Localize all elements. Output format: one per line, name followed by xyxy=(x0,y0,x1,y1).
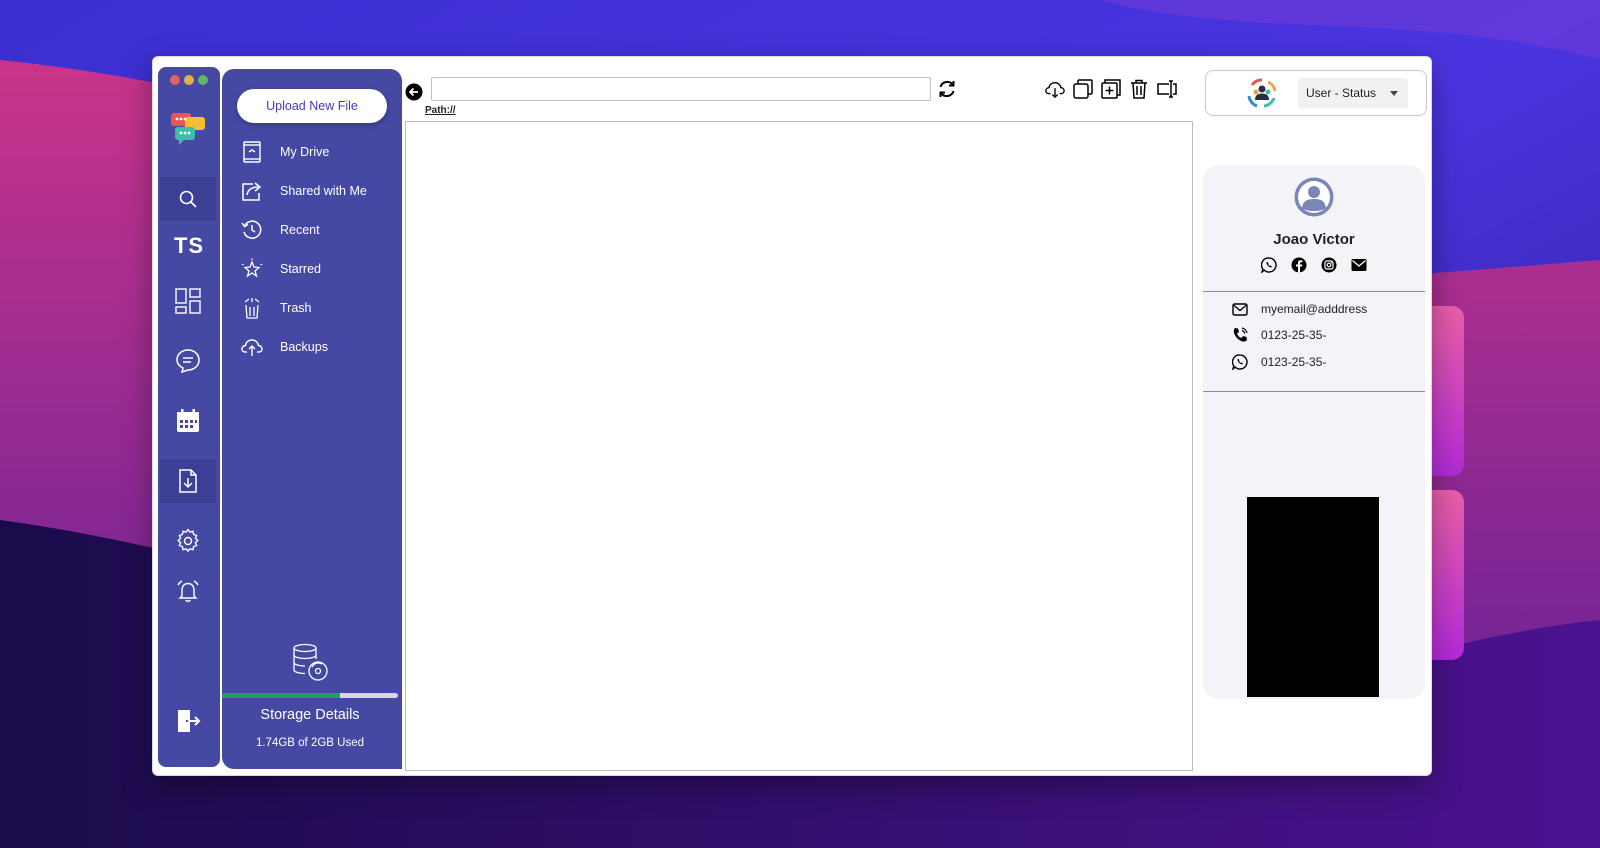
delete-icon xyxy=(1131,79,1147,99)
share-icon xyxy=(240,179,264,203)
rail-calendar[interactable] xyxy=(160,399,216,443)
upload-new-file-button[interactable]: Upload New File xyxy=(237,89,387,123)
sidebar-item-trash[interactable]: Trash xyxy=(240,293,400,323)
search-icon xyxy=(179,190,197,208)
add-icon xyxy=(1101,79,1121,99)
rename-button[interactable] xyxy=(1157,79,1177,99)
user-header: User - Status xyxy=(1205,70,1427,116)
minimize-window-button[interactable] xyxy=(184,75,194,85)
path-input[interactable] xyxy=(431,77,931,101)
contact-email-row: myemail@adddress xyxy=(1231,299,1367,319)
calendar-icon xyxy=(177,409,199,432)
sidebar-item-backups[interactable]: Backups xyxy=(240,332,400,362)
file-download-icon xyxy=(179,469,197,493)
storage-usage-bar xyxy=(222,693,398,698)
back-arrow-icon xyxy=(405,83,423,101)
social-links xyxy=(1261,257,1367,273)
mail-icon xyxy=(1231,300,1249,318)
sidebar-item-shared-with-me[interactable]: Shared with Me xyxy=(240,176,400,206)
icon-rail: TS xyxy=(158,67,220,767)
path-label: Path:// xyxy=(425,105,456,116)
logout-icon xyxy=(178,710,201,732)
back-button[interactable] xyxy=(405,83,423,106)
sidebar-item-label: Backups xyxy=(280,340,328,354)
storage-usage-fill xyxy=(222,693,340,698)
storage-database-icon xyxy=(290,643,330,688)
folder-sidebar: Upload New File My Drive Shared with Me xyxy=(222,69,402,769)
sidebar-item-label: Recent xyxy=(280,223,320,237)
whatsapp-icon xyxy=(1261,257,1277,273)
history-icon xyxy=(240,218,264,242)
contact-phone: 0123-25-35- xyxy=(1261,328,1327,342)
instagram-link[interactable] xyxy=(1321,257,1337,273)
cloud-download-icon xyxy=(1045,81,1065,99)
dashboard-icon xyxy=(175,288,201,314)
delete-button[interactable] xyxy=(1129,79,1149,99)
copy-icon xyxy=(1073,79,1093,99)
phone-icon xyxy=(1231,326,1249,344)
file-list-area[interactable] xyxy=(405,121,1193,771)
email-link[interactable] xyxy=(1351,257,1367,273)
trash-icon xyxy=(240,296,264,320)
profile-name: Joao Victor xyxy=(1273,231,1355,248)
rail-chat[interactable] xyxy=(160,339,216,383)
contact-email: myemail@adddress xyxy=(1261,302,1368,316)
cloud-upload-icon xyxy=(240,335,264,359)
maximize-window-button[interactable] xyxy=(198,75,208,85)
rail-logout[interactable] xyxy=(160,699,216,743)
user-status-label: User - Status xyxy=(1306,86,1377,100)
star-icon xyxy=(240,257,264,281)
contact-whatsapp-row: 0123-25-35- xyxy=(1231,352,1326,372)
rail-settings[interactable] xyxy=(160,519,216,563)
storage-used-text: 1.74GB of 2GB Used xyxy=(255,737,365,749)
avatar xyxy=(1294,177,1334,222)
brand-text: TS xyxy=(173,233,205,258)
drive-icon xyxy=(240,140,264,164)
window-controls xyxy=(170,75,208,85)
rail-search[interactable] xyxy=(160,177,216,221)
contact-whatsapp: 0123-25-35- xyxy=(1261,355,1327,369)
profile-divider xyxy=(1203,391,1425,392)
sidebar-item-recent[interactable]: Recent xyxy=(240,215,400,245)
whatsapp-icon xyxy=(1231,353,1249,371)
storage-details-link[interactable]: Storage Details xyxy=(222,707,398,723)
copy-button[interactable] xyxy=(1073,79,1093,99)
profile-divider xyxy=(1203,291,1425,292)
new-item-button[interactable] xyxy=(1101,79,1121,99)
rail-files[interactable] xyxy=(160,459,216,503)
sidebar-item-label: Starred xyxy=(280,262,321,276)
facebook-icon xyxy=(1291,257,1307,273)
team-logo xyxy=(1246,77,1278,114)
rail-alarms[interactable] xyxy=(160,569,216,613)
app-window: TS Upload New File My Drive Shared with … xyxy=(152,56,1432,776)
gear-icon xyxy=(177,529,199,553)
download-button[interactable] xyxy=(1045,79,1065,99)
chat-bubbles-logo xyxy=(171,111,207,152)
email-icon xyxy=(1351,259,1367,271)
file-toolbar xyxy=(1045,79,1177,99)
facebook-link[interactable] xyxy=(1291,257,1307,273)
sidebar-item-starred[interactable]: Starred xyxy=(240,254,400,284)
sidebar-item-label: My Drive xyxy=(280,145,330,159)
sidebar-item-label: Trash xyxy=(280,301,312,315)
rename-icon xyxy=(1157,80,1177,98)
sidebar-item-label: Shared with Me xyxy=(280,184,367,198)
refresh-button[interactable] xyxy=(937,79,957,104)
refresh-icon xyxy=(939,81,955,97)
whatsapp-link[interactable] xyxy=(1261,257,1277,273)
video-preview[interactable] xyxy=(1247,497,1379,697)
contact-phone-row: 0123-25-35- xyxy=(1231,325,1326,345)
profile-card: Joao Victor myemail@adddress 0123-25-35-… xyxy=(1203,165,1425,699)
alarm-bell-icon xyxy=(177,580,199,602)
sidebar-item-my-drive[interactable]: My Drive xyxy=(240,137,400,167)
rail-dashboard[interactable] xyxy=(160,279,216,323)
chat-icon xyxy=(176,349,200,374)
chevron-down-icon xyxy=(1390,91,1398,96)
user-status-dropdown[interactable]: User - Status xyxy=(1298,78,1408,108)
close-window-button[interactable] xyxy=(170,75,180,85)
instagram-icon xyxy=(1321,257,1337,273)
